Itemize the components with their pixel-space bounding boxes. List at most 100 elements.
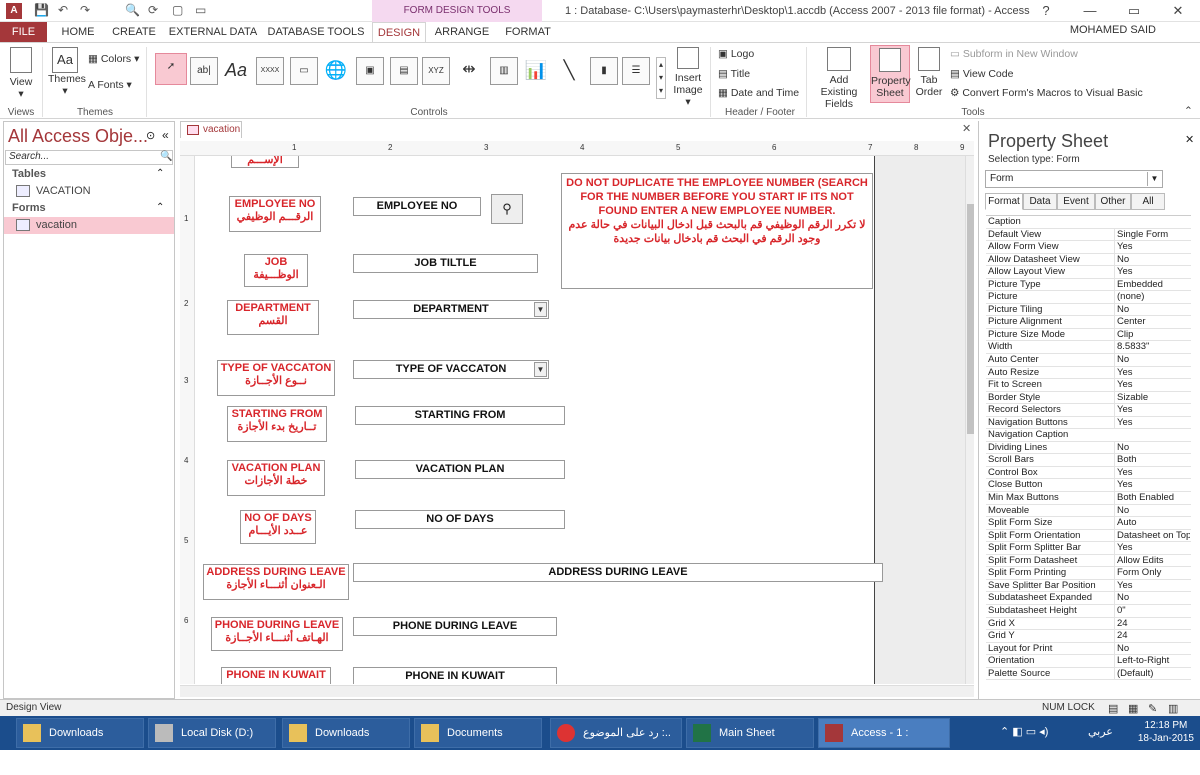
taskbar-item-downloads-2[interactable]: Downloads <box>282 718 410 748</box>
phone-during-leave-textbox[interactable]: PHONE DURING LEAVE <box>353 617 557 636</box>
property-value[interactable]: No <box>1114 253 1190 266</box>
property-row[interactable]: Min Max Buttons Both Enabled <box>986 492 1191 505</box>
tab-order-button[interactable]: Tab Order <box>912 47 946 98</box>
search-icon[interactable]: 🔍 <box>160 151 172 162</box>
address-during-leave-textbox[interactable]: ADDRESS DURING LEAVE <box>353 563 883 582</box>
taskbar-item-access[interactable]: Access - 1 : Datab... <box>818 718 950 767</box>
logo-button[interactable]: ▣ Logo <box>718 48 754 60</box>
scroll-thumb[interactable] <box>967 204 974 434</box>
property-value[interactable]: Allow Edits <box>1114 554 1190 567</box>
property-value[interactable]: Yes <box>1114 366 1190 379</box>
print-preview-icon[interactable]: 🔍 <box>125 3 140 17</box>
tab-file[interactable]: FILE <box>0 22 47 42</box>
undo-icon[interactable]: ↶ <box>58 3 68 17</box>
property-value[interactable]: Form Only <box>1114 567 1190 579</box>
property-row[interactable]: Picture Size Mode Clip <box>986 328 1191 342</box>
taskbar-item-excel[interactable]: Main Sheet (versi... <box>686 718 814 767</box>
view-button[interactable]: View ▾ <box>6 47 36 100</box>
vacation-plan-label[interactable]: VACATION PLAN خطة الأجازات <box>227 460 325 496</box>
property-row[interactable]: Dividing Lines No <box>986 441 1191 455</box>
property-row[interactable]: Picture Alignment Center <box>986 316 1191 329</box>
list-box-control-button[interactable]: ☰ <box>622 57 650 85</box>
page-break-control-button[interactable]: ⇹ <box>455 57 483 85</box>
property-value[interactable]: Yes <box>1114 579 1190 592</box>
property-value[interactable]: 8.5833" <box>1114 341 1190 354</box>
selection-combobox[interactable]: Form ▼ <box>985 170 1163 188</box>
toggle-button-control-button[interactable]: ▮ <box>590 57 618 85</box>
property-value[interactable]: Yes <box>1114 416 1190 429</box>
save-icon[interactable]: 💾 <box>34 3 49 17</box>
duplicate-warning-note[interactable]: DO NOT DUPLICATE THE EMPLOYEE NUMBER (SE… <box>561 173 873 289</box>
property-row[interactable]: Picture Type Embedded <box>986 278 1191 292</box>
tab-database-tools[interactable]: DATABASE TOOLS <box>266 22 366 42</box>
property-value[interactable]: Auto <box>1114 517 1190 529</box>
chevron-down-icon[interactable]: ▼ <box>534 302 547 317</box>
property-row[interactable]: Split Form Splitter Bar Yes <box>986 542 1191 555</box>
vacation-plan-textbox[interactable]: VACATION PLAN <box>355 460 565 479</box>
property-row[interactable]: Width 8.5833" <box>986 341 1191 355</box>
add-existing-fields-button[interactable]: Add Existing Fields <box>810 47 868 110</box>
property-value[interactable]: Datasheet on Top <box>1114 529 1190 542</box>
navigation-control-button[interactable]: ▤ <box>390 57 418 85</box>
phone-in-kuwait-textbox[interactable]: PHONE IN KUWAIT <box>353 667 557 684</box>
property-value[interactable]: No <box>1114 354 1190 366</box>
tab-external-data[interactable]: EXTERNAL DATA <box>168 22 258 42</box>
property-value[interactable]: Center <box>1114 316 1190 328</box>
property-value[interactable]: Embedded <box>1114 278 1190 291</box>
property-value[interactable]: Sizable <box>1114 391 1190 404</box>
chevron-down-icon[interactable]: ▼ <box>1147 172 1161 186</box>
property-value[interactable]: 0" <box>1114 604 1190 617</box>
close-button[interactable]: ✕ <box>1156 0 1200 22</box>
collapse-tables-icon[interactable]: ⌃ <box>156 168 164 179</box>
input-language[interactable]: عربي <box>1088 725 1113 738</box>
convert-macros-button[interactable]: ⚙ Convert Form's Macros to Visual Basic <box>950 87 1143 99</box>
property-row[interactable]: Palette Source (Default) <box>986 667 1191 681</box>
close-document-icon[interactable]: ✕ <box>962 122 971 135</box>
chart-control-button[interactable]: 📊 <box>522 57 550 85</box>
minimize-button[interactable]: — <box>1068 0 1112 22</box>
property-row[interactable]: Split Form Orientation Datasheet on Top <box>986 529 1191 543</box>
nav-section-forms[interactable]: Forms <box>12 202 46 214</box>
property-value[interactable]: No <box>1114 642 1190 655</box>
employee-no-label[interactable]: EMPLOYEE NO الرقـــم الوظيفي <box>229 196 321 232</box>
system-clock[interactable]: 12:18 PM 18-Jan-2015 <box>1138 719 1194 745</box>
no-of-days-textbox[interactable]: NO OF DAYS <box>355 510 565 529</box>
form-detail-section[interactable]: الإســـم EMPLOYEE NO الرقـــم الوظيفي EM… <box>195 156 883 684</box>
taskbar-item-chrome[interactable]: رد على الموضوع :.. <box>550 718 682 748</box>
nav-collapse-icon[interactable]: « <box>162 128 169 142</box>
property-row[interactable]: Navigation Buttons Yes <box>986 416 1191 430</box>
find-button[interactable]: ⚲ <box>491 194 523 224</box>
nav-menu-chevron-icon[interactable]: ⊙ <box>146 129 155 142</box>
property-value[interactable]: (none) <box>1114 291 1190 303</box>
property-row[interactable]: Subdatasheet Expanded No <box>986 592 1191 605</box>
tab-arrange[interactable]: ARRANGE <box>432 22 492 42</box>
new-document-icon[interactable]: ▢ <box>172 3 183 17</box>
line-control-button[interactable]: ╲ <box>555 57 583 85</box>
combo-box-control-button[interactable]: ▥ <box>490 57 518 85</box>
name-label-partial[interactable]: الإســـم <box>231 156 299 168</box>
property-value[interactable]: Left-to-Right <box>1114 655 1190 667</box>
property-value[interactable]: (Default) <box>1114 667 1190 680</box>
form-view-icon[interactable]: ▤ <box>1108 701 1118 717</box>
collapse-forms-icon[interactable]: ⌃ <box>156 202 164 213</box>
type-of-vacation-combobox[interactable]: TYPE OF VACCATON ▼ <box>353 360 549 379</box>
property-value[interactable]: Yes <box>1114 466 1190 479</box>
user-name[interactable]: MOHAMED SAID <box>1070 24 1156 36</box>
property-row[interactable]: Grid Y 24 <box>986 630 1191 643</box>
property-value[interactable]: Both <box>1114 454 1190 466</box>
type-of-vacation-label[interactable]: TYPE OF VACCATON نــوع الأجــازة <box>217 360 335 396</box>
property-value[interactable]: 24 <box>1114 617 1190 630</box>
property-row[interactable]: Layout for Print No <box>986 642 1191 656</box>
property-row[interactable]: Close Button Yes <box>986 479 1191 493</box>
close-property-sheet-icon[interactable]: ✕ <box>1185 133 1194 146</box>
property-row[interactable]: Save Splitter Bar Position Yes <box>986 579 1191 593</box>
tray-icons[interactable]: ⌃ ◧ ▭ ◂) <box>1000 725 1048 738</box>
taskbar-item-documents[interactable]: Documents <box>414 718 542 748</box>
property-row[interactable]: Default View Single Form <box>986 228 1191 242</box>
property-value[interactable]: Yes <box>1114 404 1190 416</box>
property-row[interactable]: Orientation Left-to-Right <box>986 655 1191 668</box>
property-row[interactable]: Allow Form View Yes <box>986 241 1191 254</box>
property-value[interactable]: Yes <box>1114 479 1190 492</box>
property-value[interactable]: No <box>1114 592 1190 604</box>
option-group-control-button[interactable]: XYZ <box>422 57 450 85</box>
